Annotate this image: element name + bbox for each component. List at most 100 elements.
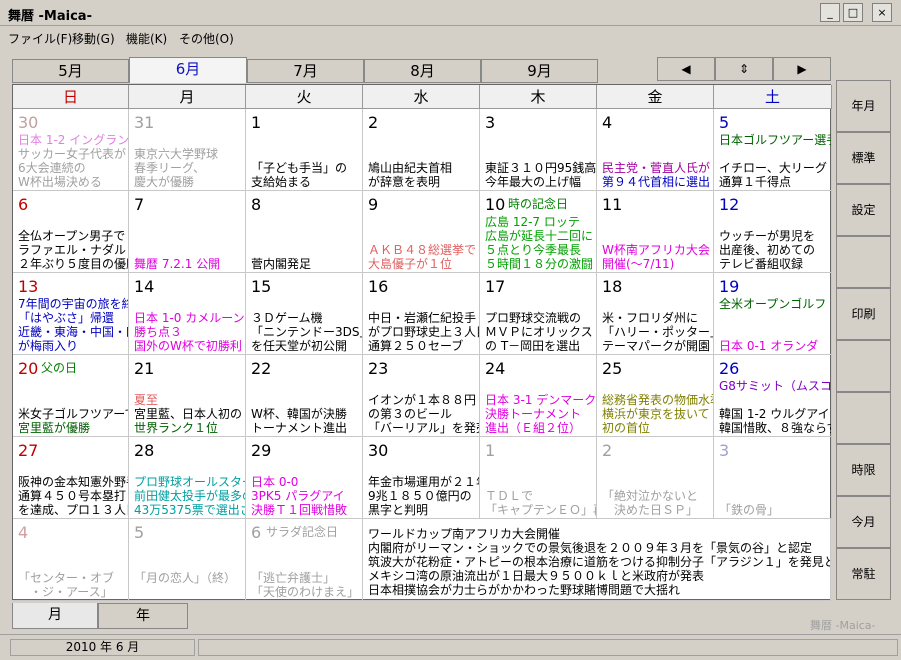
holiday-label: サラダ記念日: [266, 525, 339, 539]
resident-button[interactable]: 常駐: [836, 548, 891, 600]
day-cell[interactable]: 11 W杯南アフリカ大会 開催(～7/11): [597, 191, 714, 273]
event-text: ラファエル・ナダル: [18, 243, 127, 257]
side-blank-3[interactable]: [836, 392, 891, 444]
tab-month-6[interactable]: 6月: [129, 57, 247, 83]
day-cell[interactable]: 24 日本 3-1 デンマーク 決勝トーナメント 進出（Ｅ組２位）: [480, 355, 597, 437]
day-number: 13: [18, 277, 39, 296]
day-cell[interactable]: 1 「子ども手当」の 支給始まる: [246, 109, 363, 191]
day-number: 10: [485, 195, 506, 214]
left-arrow-icon: ◀: [681, 62, 691, 76]
next-month-button[interactable]: ▶: [773, 57, 831, 81]
day-cell[interactable]: 4 民主党・菅直人氏が 第９４代首相に選出: [597, 109, 714, 191]
day-cell[interactable]: 3 東証３１０円95銭高 今年最大の上げ幅: [480, 109, 597, 191]
year-month-button[interactable]: 年月: [836, 80, 891, 132]
prev-month-button[interactable]: ◀: [657, 57, 715, 81]
tab-month-9[interactable]: 9月: [481, 59, 598, 83]
event-text: 全仏オープン男子で: [18, 229, 126, 243]
event-text: 日本ゴルフツアー選手権: [719, 133, 831, 147]
day-cell[interactable]: 17 プロ野球交流戦の ＭＶＰにオリックスの T－岡田を選出: [480, 273, 597, 355]
print-button[interactable]: 印刷: [836, 288, 891, 340]
day-number: 11: [602, 195, 623, 214]
menu-file[interactable]: ファイル(F): [8, 30, 72, 47]
this-month-button[interactable]: 今月: [836, 496, 891, 548]
day-cell[interactable]: 27 阪神の金本知憲外野手 通算４５０号本塁打 を達成、プロ１３人目: [13, 437, 129, 519]
tab-month-8[interactable]: 8月: [364, 59, 481, 83]
side-blank-1[interactable]: [836, 236, 891, 288]
day-cell[interactable]: 30 日本 1-2 イングラン サッカー女子代表が 6大会連続の W杯出場決める: [13, 109, 129, 191]
maximize-button[interactable]: □: [843, 3, 863, 22]
event-text: 大島優子が１位: [368, 257, 453, 271]
day-number: 14: [134, 277, 155, 296]
day-cell[interactable]: 28 プロ野球オールスター前田健太投手が最多の43万5375票で選出される: [129, 437, 246, 519]
day-cell[interactable]: 14 日本 1-0 カメルーン 勝ち点３ 国外のW杯で初勝利: [129, 273, 246, 355]
day-cell[interactable]: 4 「センター・オブ ・ジ・アース」: [13, 519, 129, 601]
day-cell[interactable]: 6 全仏オープン男子で ラファエル・ナダル ２年ぶり５度目の優勝: [13, 191, 129, 273]
event-text: ＭＶＰにオリックス: [485, 325, 593, 339]
day-cell[interactable]: 5日本ゴルフツアー選手権イチロー、大リーグ通算１千得点: [714, 109, 832, 191]
menu-move[interactable]: 移動(G): [72, 30, 115, 47]
day-cell[interactable]: 6 サラダ記念日 「逃亡弁護士」 「天使のわけまえ」: [246, 519, 363, 601]
note-line: メキシコ湾の原油流出が１日最大９５００ｋｌと米政府が発表: [368, 569, 705, 583]
event-text: 東京六大学野球: [134, 147, 219, 161]
day-cell[interactable]: 5 「月の恋人」（終）: [129, 519, 246, 601]
day-cell[interactable]: 23 イオンが１本８８円 の第３のビール 「バーリアル」を発売: [363, 355, 480, 437]
day-cell[interactable]: 20 父の日 米女子ゴルフツアーで 宮里藍が優勝: [13, 355, 129, 437]
scroll-button[interactable]: ⇕: [715, 57, 773, 81]
day-cell[interactable]: 2 「絶対泣かないと 決めた日ＳＰ」: [597, 437, 714, 519]
tab-month-7[interactable]: 7月: [247, 59, 364, 83]
menu-other[interactable]: その他(O): [179, 30, 234, 47]
day-cell[interactable]: 22 W杯、韓国が決勝 トーナメント進出: [246, 355, 363, 437]
note-line: 日本相撲協会が力士らがかかわった野球賭博問題で大揺れ: [368, 583, 681, 597]
day-cell[interactable]: 3 「鉄の骨」: [714, 437, 832, 519]
day-cell[interactable]: 18 米・フロリダ州に「ハリー・ポッター」のテーマパークが開園: [597, 273, 714, 355]
day-cell[interactable]: 29 日本 0-0 3PK5 パラグアイ 決勝Ｔ１回戦惜敗: [246, 437, 363, 519]
day-cell[interactable]: 16 中日・岩瀬仁紀投手 がプロ野球史上３人目 通算２５０セーブ: [363, 273, 480, 355]
day-cell[interactable]: 21 夏至 宮里藍、日本人初の 世界ランク１位: [129, 355, 246, 437]
minimize-button[interactable]: _: [820, 3, 840, 22]
day-cell[interactable]: 31 東京六大学野球 春季リーグ、 慶大が優勝: [129, 109, 246, 191]
event-text: 43万5375票で選出される: [134, 503, 245, 517]
day-cell[interactable]: 26G8サミット（ムスコカ） 韓国 1-2 ウルグアイ韓国惜敗、８強ならず: [714, 355, 832, 437]
side-blank-2[interactable]: [836, 340, 891, 392]
event-text: 「はやぶさ」帰還: [18, 311, 115, 325]
day-number: 2: [368, 113, 379, 132]
event-text: 開催(～7/11): [602, 257, 675, 271]
day-cell[interactable]: 7 舞暦 7.2.1 公開: [129, 191, 246, 273]
weekday-header: 土: [714, 85, 832, 109]
day-number: 29: [251, 441, 272, 460]
day-cell[interactable]: 15 ３Ｄゲーム機 「ニンテンドー3DS」 を任天堂が初公開: [246, 273, 363, 355]
day-number: 6: [251, 523, 262, 542]
tab-month-view[interactable]: 月: [12, 603, 98, 629]
day-number: 16: [368, 277, 389, 296]
event-text: テーマパークが開園: [602, 339, 711, 353]
standard-button[interactable]: 標準: [836, 132, 891, 184]
day-cell[interactable]: 137年間の宇宙の旅を終え「はやぶさ」帰還近畿・東海・中国・四国が梅雨入り: [13, 273, 129, 355]
menu-function[interactable]: 機能(K): [126, 30, 167, 47]
day-cell[interactable]: 10 時の記念日 広島 12-7 ロッテ 広島が延長十二回に ５点とり今季最長 ５時間１８…: [480, 191, 597, 273]
day-cell[interactable]: 25 総務省発表の物価水準 横浜が東京を抜いて 初の首位: [597, 355, 714, 437]
day-number: 8: [251, 195, 262, 214]
day-cell[interactable]: 8 菅内閣発足: [246, 191, 363, 273]
time-limit-button[interactable]: 時限: [836, 444, 891, 496]
event-text: 宮里藍、日本人初の: [134, 407, 243, 421]
right-arrow-icon: ▶: [797, 62, 807, 76]
day-cell[interactable]: 30 年金市場運用が２１年 9兆１８５０億円の 黒字と判明: [363, 437, 480, 519]
close-button[interactable]: ×: [872, 3, 892, 22]
event-text: トーナメント進出: [251, 421, 348, 435]
weekday-header: 木: [480, 85, 597, 109]
tab-year-view[interactable]: 年: [98, 603, 188, 629]
event-text: W杯、韓国が決勝: [251, 407, 347, 421]
event-text: 9兆１８５０億円の: [368, 489, 472, 503]
event-text: が辞意を表明: [368, 175, 441, 189]
settings-button[interactable]: 設定: [836, 184, 891, 236]
day-cell[interactable]: 2 鳩山由紀夫首相 が辞意を表明: [363, 109, 480, 191]
day-cell[interactable]: 12 ウッチーが男児を 出産後、初めての テレビ番組収録: [714, 191, 832, 273]
tab-month-5[interactable]: 5月: [12, 59, 129, 83]
event-text: を任天堂が初公開: [251, 339, 348, 353]
day-cell[interactable]: 9 ＡＫＢ４８総選挙で 大島優子が１位: [363, 191, 480, 273]
event-text: 阪神の金本知憲外野手: [18, 475, 129, 489]
day-cell[interactable]: 19 全米オープンゴルフ 日本 0-1 オランダ: [714, 273, 832, 355]
day-cell[interactable]: 1 ＴＤＬで「キャプテンＥＯ」再演: [480, 437, 597, 519]
status-bar: 2010 年 6 月: [0, 634, 901, 658]
day-number: 21: [134, 359, 155, 378]
